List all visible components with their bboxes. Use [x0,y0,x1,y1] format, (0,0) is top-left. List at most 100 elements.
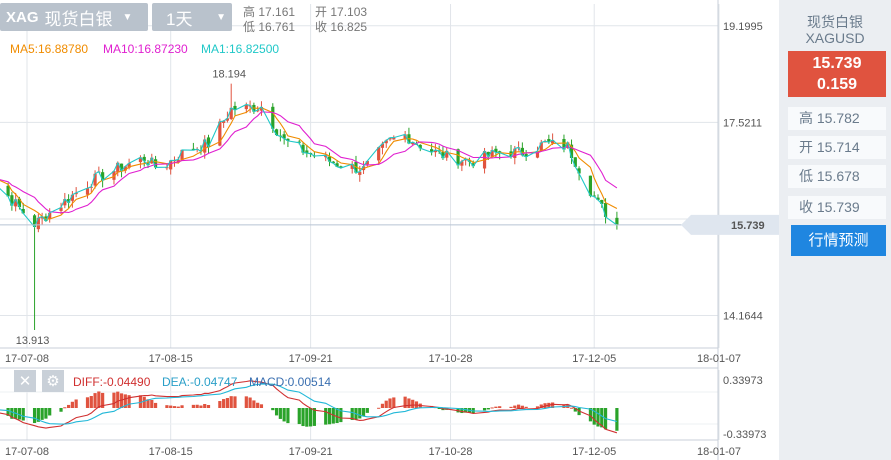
macd-bar [165,405,169,408]
macd-controls: ✕ ⚙ [14,370,64,392]
macd-bar [411,399,415,408]
chevron-down-icon: ▼ [216,11,226,23]
macd-bar [203,404,207,408]
x-tick-label: 17-10-28 [428,353,472,365]
macd-bar [256,402,260,408]
price-box: 15.739 0.159 [788,51,886,97]
macd-bar [229,396,233,408]
y-tick-label: 14.1644 [723,311,763,323]
toolbar: XAG 现货白银 ▼ 1天 ▼ [0,2,232,32]
ma1-legend: MA1:16.82500 [201,42,279,56]
period-label: 1天 [166,9,193,29]
macd-bar [40,408,44,420]
x-tick-label: 18-01-07 [697,446,741,458]
macd-y-tick-label: 0.33973 [723,375,763,387]
period-dropdown[interactable]: 1天 ▼ [152,3,232,31]
macd-bar [169,405,173,408]
macd-bar [225,398,230,408]
x-tick-label: 17-12-05 [572,353,616,365]
x-tick-label: 17-07-08 [5,353,49,365]
macd-bar [384,400,388,408]
macd-bar [305,408,309,427]
macd-bar [271,408,275,411]
macd-bar [309,408,313,427]
macd-bar [520,405,524,408]
macd-bar [32,408,37,424]
macd-bar [482,408,487,411]
macd-bar [153,402,158,408]
macd-bar [365,408,369,413]
symbol-dropdown[interactable]: XAG 现货白银 ▼ [0,3,148,31]
predict-button[interactable]: 行情预测 [791,225,886,256]
y-tick-label: 19.1995 [723,21,763,33]
open-label: 开 [315,5,328,19]
macd-bar [116,391,120,408]
open-value: 15.714 [816,139,860,155]
dea-legend: DEA:-0.04747 [162,375,238,389]
quote-sidebar: 现货白银 XAGUSD 15.739 0.159 高 15.782 开 15.7… [779,0,891,460]
macd-bar [93,393,97,408]
symbol-code: XAG [6,8,39,26]
macd-bar [278,408,282,419]
macd-bar [97,391,101,408]
macd-bar [407,398,411,408]
macd-bar [327,408,332,425]
macd-bar [259,404,264,408]
chart-canvas: 19.199517.521115.842714.16440.33973-0.33… [0,0,779,460]
macd-bar [274,408,279,416]
high-label: 高 [799,110,813,126]
quote-low: 低 15.678 [788,165,886,188]
ma10-legend: MA10:16.87230 [103,42,188,56]
macd-bar [244,396,248,408]
x-tick-label: 17-07-08 [5,446,49,458]
macd-bar [48,408,52,416]
macd-bar [233,396,237,408]
macd-bar [59,408,63,412]
macd-bar [17,408,22,420]
current-price: 15.739 [812,55,862,72]
open-label: 开 [799,139,813,155]
macd-bar [222,399,226,408]
macd-bar [176,406,180,408]
macd-bar [498,406,502,408]
macd-bar [301,408,305,427]
macd-bar [74,399,78,408]
high-value: 17.161 [258,5,296,19]
quote-high: 高 15.782 [788,107,886,130]
high-label: 高 [243,5,256,19]
close-value: 16.825 [330,20,368,34]
x-tick-label: 17-10-28 [428,446,472,458]
macd-bar [218,401,222,408]
x-tick-label: 17-09-21 [289,353,333,365]
macd-bar [282,408,286,422]
macd-bar [89,396,93,408]
gear-icon[interactable]: ⚙ [42,370,64,392]
instrument-code: XAGUSD [805,30,865,46]
low-value: 15.678 [816,168,860,184]
macd-bar [150,399,154,408]
close-value: 15.739 [816,199,860,215]
x-tick-label: 17-08-15 [149,353,193,365]
symbol-name: 现货白银 [44,9,113,29]
macd-bar [21,408,25,421]
macd-bar [112,392,116,408]
ma5-legend: MA5:16.88780 [10,42,88,56]
current-price-label: 15.739 [731,220,765,232]
macd-bar [85,397,90,408]
close-icon[interactable]: ✕ [14,370,36,392]
price-annotation: 13.913 [16,335,50,347]
quote-open: 开 15.714 [788,136,886,159]
macd-bar [490,407,494,409]
macd-bar [199,405,203,408]
macd-bar [44,408,48,419]
macd-bar [248,397,252,408]
diff-legend: DIFF:-0.04490 [73,375,151,389]
macd-bar [513,405,517,408]
macd-bar [70,401,74,408]
x-tick-label: 17-09-21 [289,446,333,458]
macd-bar [358,408,362,419]
macd-bar [509,406,513,408]
close-label: 收 [799,199,813,215]
y-tick-label: 17.5211 [723,117,762,129]
macd-bar [142,396,146,408]
